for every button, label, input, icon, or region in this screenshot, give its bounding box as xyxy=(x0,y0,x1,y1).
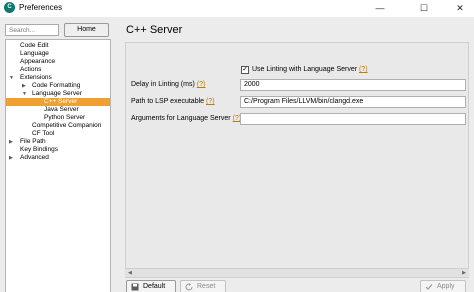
scroll-right-icon[interactable]: ▶ xyxy=(462,269,466,278)
expanded-arrow-icon[interactable]: ▼ xyxy=(22,90,27,98)
use-linting-text: Use Linting with Language Server xyxy=(252,66,358,73)
home-button[interactable]: Home xyxy=(64,23,109,37)
page-title: C++ Server xyxy=(126,24,183,36)
delay-text: Delay in Linting (ms) xyxy=(131,81,195,88)
window-title: Preferences xyxy=(19,3,63,12)
app-logo-icon: C xyxy=(4,2,15,13)
help-link[interactable]: (?) xyxy=(206,98,215,105)
tree-item-file-path[interactable]: File Path xyxy=(20,138,46,146)
scroll-left-icon[interactable]: ◀ xyxy=(128,269,132,278)
tree-item-code-formatting[interactable]: Code Formatting xyxy=(32,82,80,90)
tree-item-cpp-server[interactable]: C++ Server xyxy=(6,98,110,106)
tree-item-advanced[interactable]: Advanced xyxy=(20,154,49,162)
help-link[interactable]: (?) xyxy=(197,81,206,88)
default-button[interactable]: Default xyxy=(126,280,176,292)
use-linting-checkbox[interactable]: ✓ xyxy=(241,66,249,74)
expanded-arrow-icon[interactable]: ▼ xyxy=(9,74,14,82)
collapsed-arrow-icon[interactable]: ▶ xyxy=(9,154,13,162)
delay-field[interactable]: 2000 xyxy=(240,79,466,91)
apply-button[interactable]: Apply xyxy=(420,280,466,292)
tree-item-extensions[interactable]: Extensions xyxy=(20,74,52,82)
tree-item-code-edit[interactable]: Code Edit xyxy=(20,42,49,50)
horizontal-scrollbar[interactable]: ◀ ▶ xyxy=(125,268,469,277)
lsp-path-text: Path to LSP executable xyxy=(131,98,205,105)
tree-item-python-server[interactable]: Python Server xyxy=(44,114,85,122)
title-bar: C Preferences — ☐ ✕ xyxy=(0,0,474,17)
settings-panel xyxy=(125,42,469,278)
check-icon xyxy=(425,284,433,290)
tree-item-java-server[interactable]: Java Server xyxy=(44,106,79,114)
tree-item-actions[interactable]: Actions xyxy=(20,66,41,74)
args-text: Arguments for Language Server xyxy=(131,115,231,122)
lsp-path-label: Path to LSP executable (?) xyxy=(131,97,215,107)
tree-item-language[interactable]: Language xyxy=(20,50,49,58)
tree-item-competitive-companion[interactable]: Competitive Companion xyxy=(32,122,101,130)
apply-label: Apply xyxy=(437,283,455,290)
default-label: Default xyxy=(143,283,166,290)
maximize-button[interactable]: ☐ xyxy=(410,0,438,17)
tree-item-appearance[interactable]: Appearance xyxy=(20,58,55,66)
help-link[interactable]: (?) xyxy=(359,66,368,73)
tree-item-cf-tool[interactable]: CF Tool xyxy=(32,130,54,138)
delay-label: Delay in Linting (ms) (?) xyxy=(131,80,205,90)
settings-tree: Code Edit Language Appearance Actions ▼ … xyxy=(5,39,111,292)
search-input[interactable]: Search... xyxy=(5,24,59,36)
minimize-button[interactable]: — xyxy=(366,0,394,17)
reset-button[interactable]: Reset xyxy=(180,280,226,292)
reset-label: Reset xyxy=(197,283,216,290)
save-icon xyxy=(131,283,139,291)
tree-item-language-server[interactable]: Language Server xyxy=(32,90,82,98)
tree-item-key-bindings[interactable]: Key Bindings xyxy=(20,146,58,154)
use-linting-label: Use Linting with Language Server (?) xyxy=(252,65,368,75)
lsp-path-field[interactable]: C:/Program Files/LLVM/bin/clangd.exe xyxy=(240,96,466,108)
args-field[interactable] xyxy=(240,113,466,125)
collapsed-arrow-icon[interactable]: ▶ xyxy=(22,82,26,90)
args-label: Arguments for Language Server (?) xyxy=(131,114,241,124)
close-button[interactable]: ✕ xyxy=(446,0,474,17)
reset-icon xyxy=(185,283,193,291)
collapsed-arrow-icon[interactable]: ▶ xyxy=(9,138,13,146)
